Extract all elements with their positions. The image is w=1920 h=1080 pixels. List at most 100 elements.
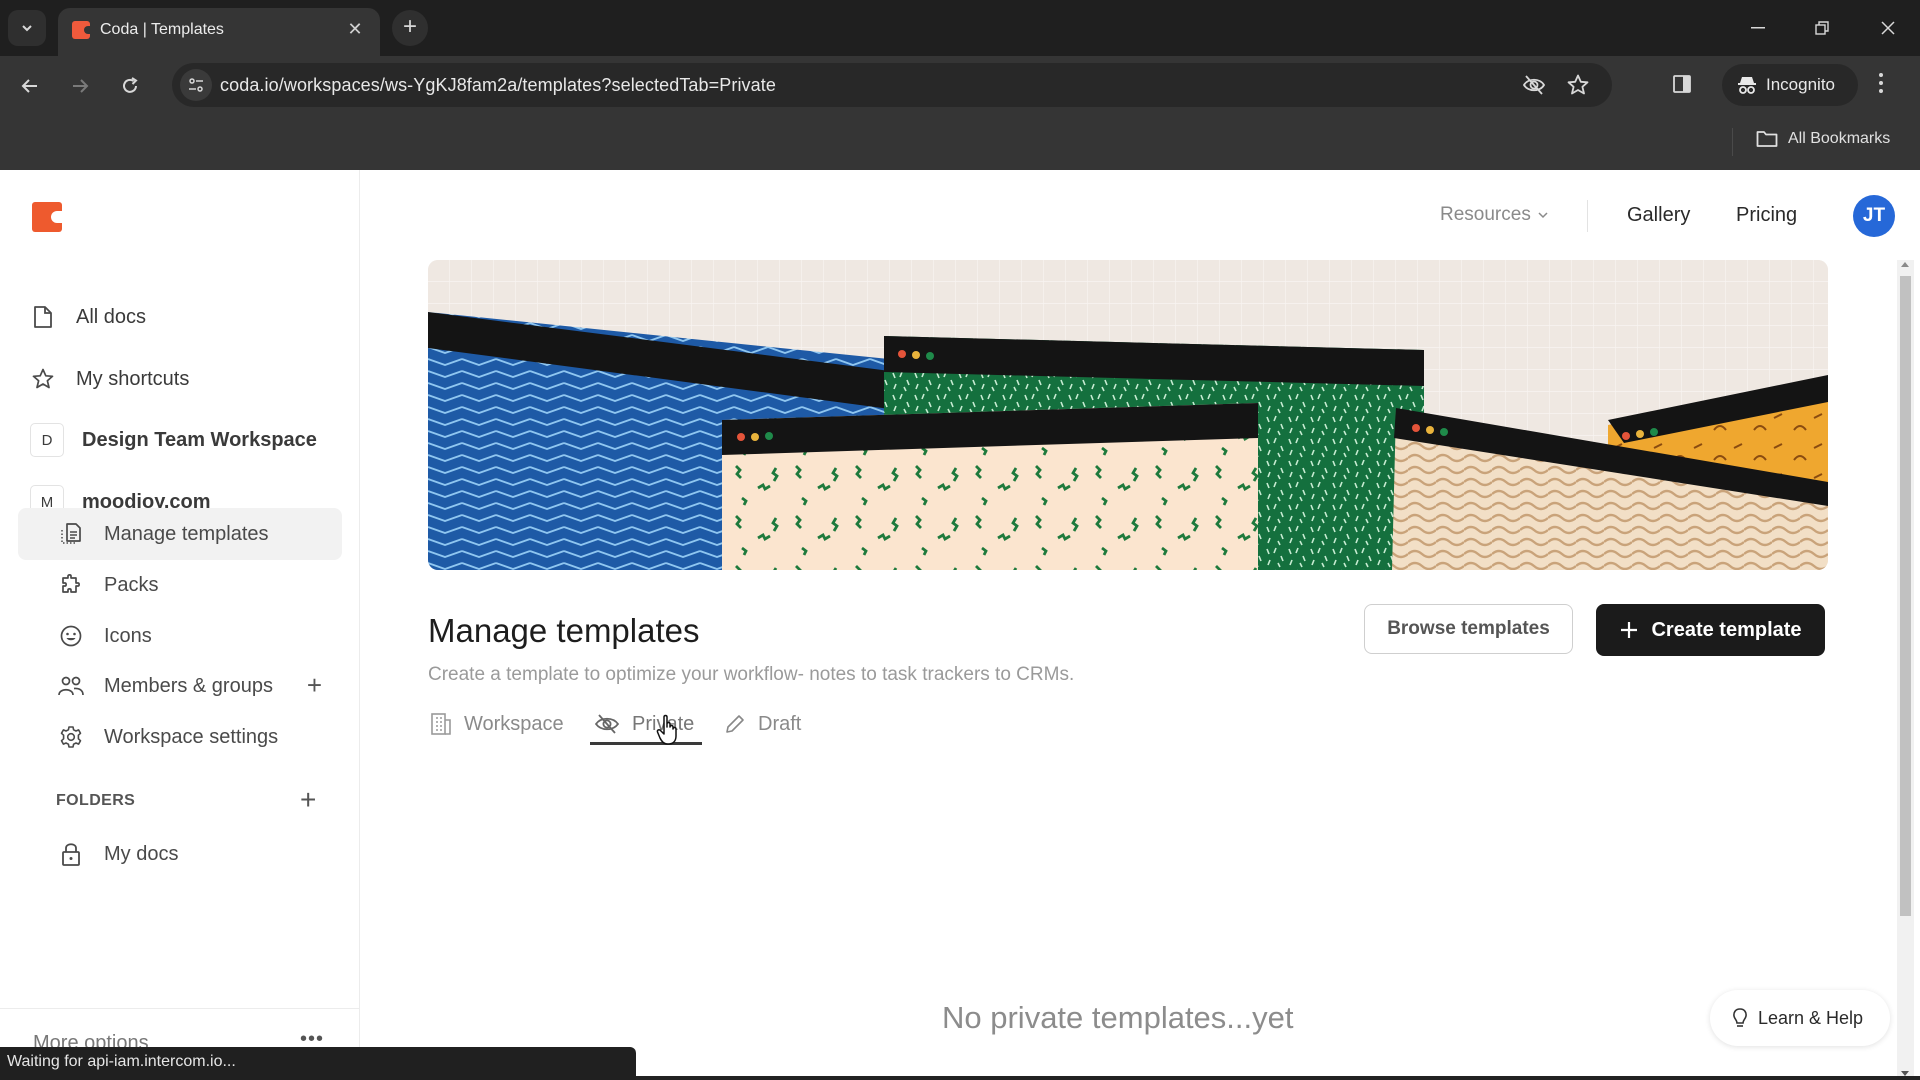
side-panel-icon [1673,75,1691,93]
folders-heading: FOLDERS [56,792,136,809]
address-bar[interactable]: coda.io/workspaces/ws-YgKJ8fam2a/templat… [172,63,1612,107]
incognito-icon [1738,77,1756,94]
coda-favicon-icon [72,21,91,39]
add-member-button[interactable]: + [307,672,322,698]
arrow-right-icon [73,79,89,93]
page-subtitle: Create a template to optimize your workf… [428,664,1075,685]
tracking-protection-button[interactable] [1522,74,1546,96]
user-avatar[interactable]: JT [1853,195,1895,237]
smiley-icon [56,624,86,648]
status-bar-edge [636,1076,1920,1080]
tune-icon [189,78,203,92]
incognito-label: Incognito [1766,75,1835,94]
bookmark-button[interactable] [1566,73,1590,97]
pricing-link[interactable]: Pricing [1736,204,1797,227]
sidebar-divider [0,1008,360,1009]
resources-menu[interactable]: Resources [1440,204,1549,226]
star-icon [1567,74,1589,95]
coda-logo[interactable] [32,202,62,232]
new-tab-button[interactable]: + [392,10,428,46]
tab-label: Draft [758,712,802,735]
browser-tab[interactable]: Coda | Templates ✕ [58,8,380,56]
create-template-label: Create template [1651,618,1802,641]
page-title: Manage templates [428,612,700,649]
tab-title: Coda | Templates [100,21,224,38]
incognito-badge[interactable]: Incognito [1722,64,1858,106]
workspace-design-team[interactable]: D Design Team Workspace [30,415,354,465]
lock-icon [56,841,86,867]
sidebar-item-label: My shortcuts [76,367,190,390]
bookmarks-bar: All Bookmarks [0,114,1920,170]
templates-banner-illustration [428,260,1828,570]
restore-icon [1815,21,1829,35]
eye-off-icon [594,713,620,735]
sidebar-item-label: My docs [104,842,179,865]
all-bookmarks-label: All Bookmarks [1788,130,1891,147]
sidebar-item-my-shortcuts[interactable]: My shortcuts [28,354,352,404]
banner-artwork [428,260,1828,570]
hand-cursor-icon [656,714,682,746]
scroll-up-arrow-icon[interactable] [1901,262,1909,267]
tab-workspace[interactable]: Workspace [430,704,564,744]
scrollbar-thumb[interactable] [1900,276,1911,916]
chevron-down-icon [22,25,32,32]
create-template-button[interactable]: Create template [1596,604,1825,656]
browser-menu-button[interactable] [1878,72,1884,94]
gear-icon [56,725,86,749]
sidebar-item-members-groups[interactable]: Members & groups + [18,661,342,711]
minimize-button[interactable] [1738,12,1778,44]
people-icon [56,675,86,697]
sidebar-item-all-docs[interactable]: All docs [28,292,352,342]
sidebar-item-workspace-settings[interactable]: Workspace settings [18,712,342,762]
plus-icon [1621,622,1638,638]
learn-help-label: Learn & Help [1758,1007,1864,1028]
page-scrollbar[interactable] [1897,260,1914,1080]
add-folder-button[interactable]: + [300,784,316,816]
active-tab-indicator [590,742,702,745]
minimize-icon [1751,27,1765,29]
restore-button[interactable] [1802,12,1842,44]
building-icon [430,712,452,736]
workspace-badge: D [30,423,64,457]
learn-help-button[interactable]: Learn & Help [1710,990,1890,1046]
sidebar-item-label: Members & groups [104,674,273,697]
template-icon [56,522,86,546]
header-divider [1587,200,1588,232]
sidebar-item-my-docs[interactable]: My docs [18,829,342,879]
browse-templates-button[interactable]: Browse templates [1364,604,1573,654]
workspace-label: Design Team Workspace [82,428,317,451]
more-vertical-icon [1879,73,1883,93]
sidebar-item-label: All docs [76,305,147,328]
tab-draft[interactable]: Draft [724,704,801,744]
back-button[interactable] [12,68,48,104]
sidebar-item-icons[interactable]: Icons [18,611,342,661]
sidebar-item-label: Packs [104,573,159,596]
chevron-down-icon [1538,212,1548,219]
lightbulb-icon [1733,1008,1747,1027]
tab-search-button[interactable] [8,10,46,46]
bookmarks-divider [1732,128,1733,156]
url-text[interactable]: coda.io/workspaces/ws-YgKJ8fam2a/templat… [220,75,776,96]
forward-button[interactable] [62,68,98,104]
coda-page: All docs My shortcuts D Design Team Work… [0,170,1920,1080]
resources-label: Resources [1440,204,1531,225]
star-icon [28,367,58,391]
document-icon [28,305,58,329]
sidebar-item-label: Workspace settings [104,725,279,748]
site-info-button[interactable] [180,69,212,101]
reload-button[interactable] [112,68,148,104]
empty-state-message: No private templates...yet [942,1000,1294,1035]
sidebar-item-label: Icons [104,624,152,647]
arrow-left-icon [21,79,37,93]
tab-label: Workspace [464,712,564,735]
sidebar-item-label: Manage templates [104,522,269,545]
gallery-link[interactable]: Gallery [1627,204,1690,227]
sidebar: All docs My shortcuts D Design Team Work… [0,170,360,1080]
browser-toolbar: coda.io/workspaces/ws-YgKJ8fam2a/templat… [0,56,1920,114]
close-tab-icon[interactable]: ✕ [344,18,366,40]
side-panel-button[interactable] [1672,74,1692,94]
sidebar-item-packs[interactable]: Packs [18,560,342,610]
close-window-button[interactable] [1868,12,1908,44]
all-bookmarks-button[interactable]: All Bookmarks [1756,130,1890,148]
sidebar-item-manage-templates[interactable]: Manage templates [18,508,342,560]
